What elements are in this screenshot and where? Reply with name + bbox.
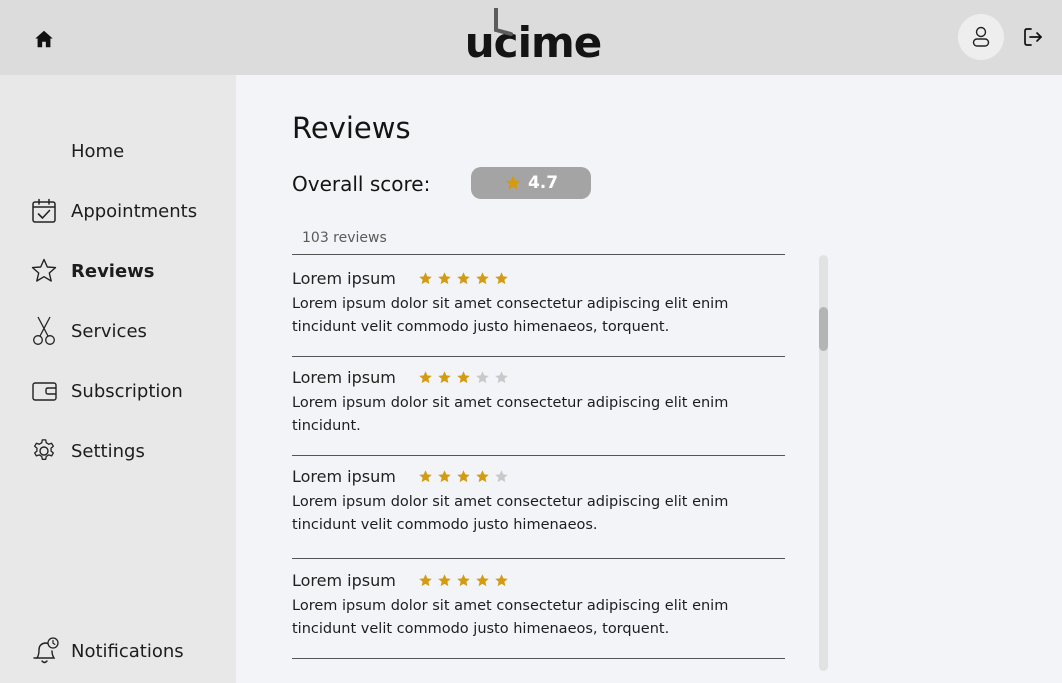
logo: ucime: [464, 8, 602, 67]
sidebar-item-label: Services: [71, 320, 147, 342]
home-button[interactable]: [30, 26, 58, 52]
review-text: Lorem ipsum dolor sit amet consectetur a…: [292, 395, 729, 434]
scrollbar-track[interactable]: [819, 255, 828, 671]
logout-icon: [1024, 28, 1042, 46]
star-filled-icon: [438, 271, 451, 284]
scissors-icon: [30, 316, 64, 346]
star-outline-icon: [30, 256, 64, 286]
sidebar-item-subscription[interactable]: Subscription: [30, 373, 230, 409]
review-text: Lorem ipsum dolor sit amet consectetur a…: [292, 296, 729, 335]
overall-score-label: Overall score:: [292, 172, 431, 196]
divider: [292, 254, 785, 255]
reviewer-name: Lorem ipsum: [292, 367, 396, 387]
bell-clock-icon: [30, 636, 64, 666]
star-rating: [418, 573, 509, 588]
page-title: Reviews: [292, 111, 411, 145]
scrollbar-thumb[interactable]: [819, 307, 828, 351]
review-text: Lorem ipsum dolor sit amet consectetur a…: [292, 494, 729, 533]
star-filled-icon: [495, 573, 508, 586]
sidebar-item-settings[interactable]: Settings: [30, 433, 230, 469]
reviewer-name: Lorem ipsum: [292, 570, 396, 590]
star-filled-icon: [495, 271, 508, 284]
main-content: Reviews Overall score: 4.7 103 reviews L…: [236, 75, 1062, 683]
star-filled-icon: [457, 469, 470, 482]
star-filled-icon: [419, 271, 432, 284]
star-rating: [418, 469, 509, 484]
sidebar: Home Appointments Reviews Services Subsc…: [0, 75, 236, 683]
star-filled-icon: [476, 271, 489, 284]
star-filled-icon: [476, 469, 489, 482]
home-icon: [35, 30, 53, 48]
logout-button[interactable]: [1018, 22, 1048, 52]
sidebar-item-label: Notifications: [71, 640, 184, 662]
review-item: Lorem ipsum Lorem ipsum dolor sit amet c…: [292, 567, 785, 659]
calendar-check-icon: [30, 196, 64, 226]
star-filled-icon: [438, 573, 451, 586]
star-empty-icon: [495, 370, 508, 383]
gear-icon: [30, 436, 64, 466]
sidebar-item-label: Appointments: [71, 200, 198, 222]
review-item: Lorem ipsum Lorem ipsum dolor sit amet c…: [292, 463, 785, 559]
top-bar: ucime: [0, 0, 1062, 75]
review-count: 103 reviews: [302, 230, 387, 246]
star-filled-icon: [419, 370, 432, 383]
sidebar-item-label: Home: [71, 140, 125, 162]
sidebar-item-reviews[interactable]: Reviews: [30, 253, 230, 289]
star-filled-icon: [476, 573, 489, 586]
logo-text: ucime: [464, 18, 602, 67]
overall-score-badge: 4.7: [471, 167, 591, 199]
sidebar-item-notifications[interactable]: Notifications: [30, 633, 230, 669]
profile-button[interactable]: [958, 14, 1004, 60]
reviewer-name: Lorem ipsum: [292, 268, 396, 288]
wallet-icon: [30, 376, 64, 406]
star-filled-icon: [419, 573, 432, 586]
sidebar-item-label: Reviews: [71, 260, 155, 282]
star-filled-icon: [438, 469, 451, 482]
star-filled-icon: [457, 573, 470, 586]
star-empty-icon: [495, 469, 508, 482]
sidebar-item-label: Settings: [71, 440, 145, 462]
star-filled-icon: [438, 370, 451, 383]
sidebar-item-appointments[interactable]: Appointments: [30, 193, 230, 229]
sidebar-item-label: Subscription: [71, 380, 183, 402]
star-icon: [505, 175, 521, 190]
overall-score-value: 4.7: [527, 173, 559, 193]
reviewer-name: Lorem ipsum: [292, 466, 396, 486]
star-filled-icon: [457, 370, 470, 383]
review-item: Lorem ipsum Lorem ipsum dolor sit amet c…: [292, 364, 785, 456]
star-rating: [418, 271, 509, 286]
star-filled-icon: [419, 469, 432, 482]
star-empty-icon: [476, 370, 489, 383]
review-text: Lorem ipsum dolor sit amet consectetur a…: [292, 598, 729, 637]
user-icon: [972, 26, 990, 47]
review-item: Lorem ipsum Lorem ipsum dolor sit amet c…: [292, 265, 785, 357]
star-filled-icon: [457, 271, 470, 284]
star-rating: [418, 370, 509, 385]
sidebar-item-home[interactable]: Home: [30, 133, 230, 169]
sidebar-item-services[interactable]: Services: [30, 313, 230, 349]
